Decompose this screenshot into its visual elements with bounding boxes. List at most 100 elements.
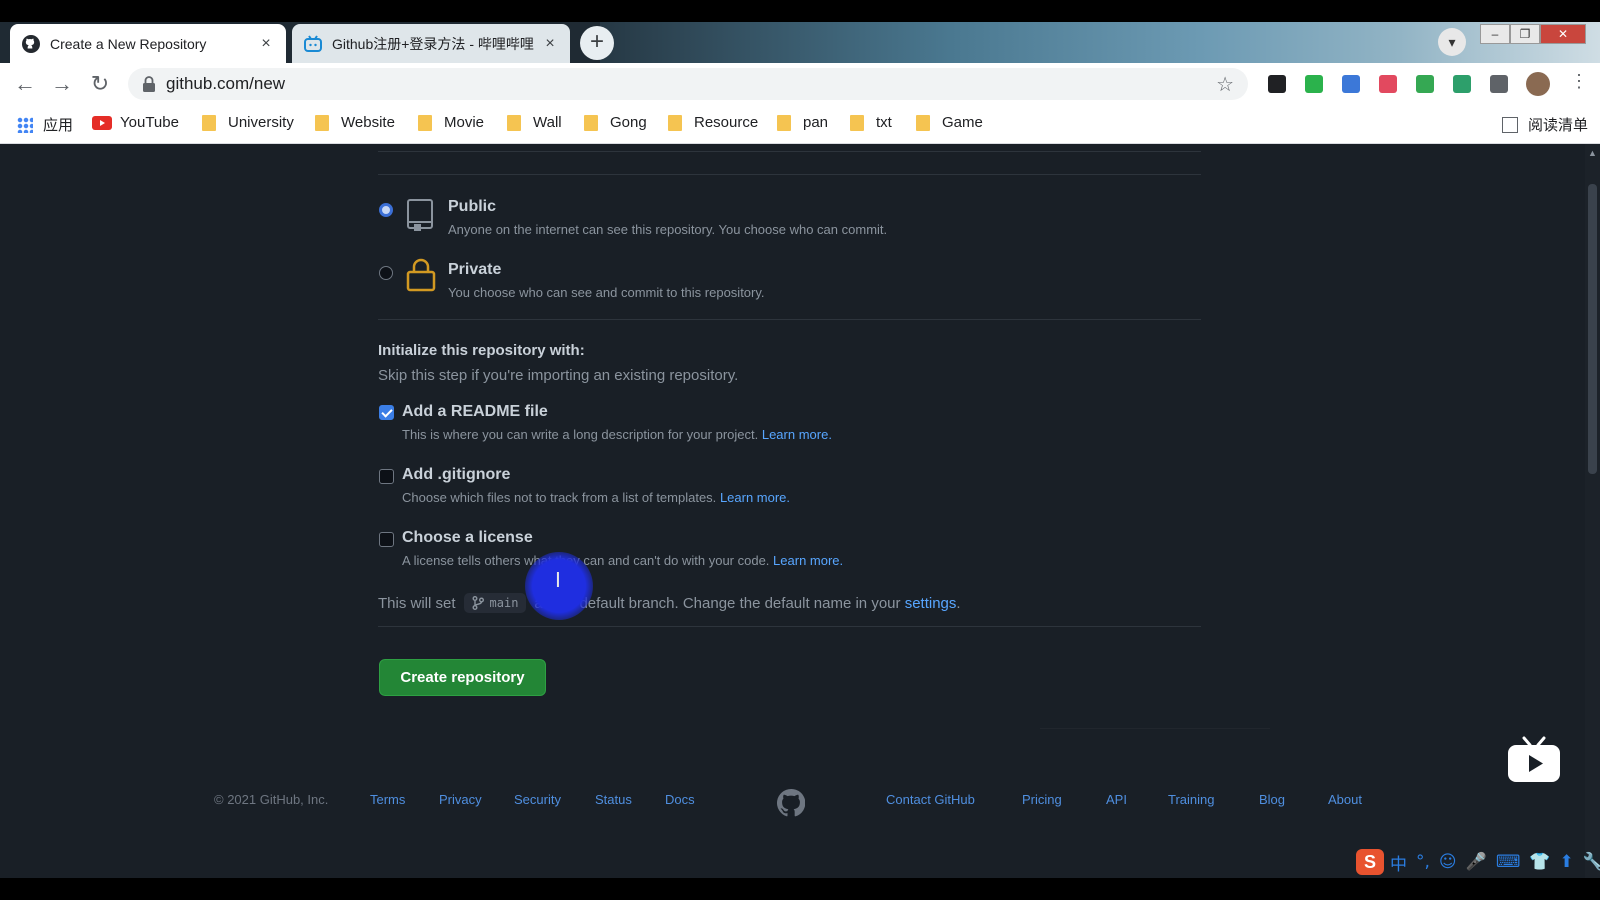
- branch-name: main: [489, 596, 519, 610]
- back-button[interactable]: ←: [13, 72, 37, 96]
- footer-link-about[interactable]: About: [1328, 792, 1362, 807]
- footer-link-training[interactable]: Training: [1168, 792, 1214, 807]
- folder-icon: [584, 114, 598, 131]
- private-title: Private: [448, 261, 502, 278]
- bookmark-pan[interactable]: pan: [777, 114, 828, 131]
- extensions-puzzle-icon[interactable]: [1490, 75, 1508, 93]
- tab-create-repository[interactable]: Create a New Repository ×: [10, 24, 286, 63]
- bookmark-label: 应用: [43, 117, 74, 134]
- readme-desc-text: This is where you can write a long descr…: [402, 427, 759, 442]
- footer-link-status[interactable]: Status: [595, 792, 632, 807]
- ime-tools-icon[interactable]: 🔧: [1583, 852, 1600, 872]
- apps-grid-icon: [17, 116, 33, 133]
- bookmark-label: Game: [942, 114, 983, 131]
- license-learn-more-link[interactable]: Learn more.: [773, 553, 843, 568]
- footer-copyright: © 2021 GitHub, Inc.: [214, 792, 329, 807]
- lock-icon: [406, 258, 436, 292]
- settings-link[interactable]: settings: [905, 595, 957, 612]
- bookmark-wall[interactable]: Wall: [507, 114, 562, 131]
- address-bar[interactable]: github.com/new ☆: [128, 68, 1248, 100]
- ime-toolbar: S 中 °, ☺ 🎤 ⌨ 👕 ⬆ 🔧: [1356, 848, 1600, 876]
- bookmark-university[interactable]: University: [202, 114, 294, 131]
- bookmark-txt[interactable]: txt: [850, 114, 892, 131]
- bookmark-movie[interactable]: Movie: [418, 114, 484, 131]
- tab-title: Create a New Repository: [50, 35, 207, 52]
- initialize-heading: Initialize this repository with:: [378, 342, 585, 359]
- reading-list[interactable]: 阅读清单: [1502, 114, 1588, 135]
- extension-chart-icon[interactable]: [1416, 75, 1434, 93]
- avatar[interactable]: [1526, 72, 1550, 96]
- footer-link-privacy[interactable]: Privacy: [439, 792, 482, 807]
- bookmark-label: University: [228, 114, 294, 131]
- scroll-up-icon[interactable]: ▲: [1588, 148, 1597, 158]
- create-repository-button[interactable]: Create repository: [379, 659, 546, 696]
- folder-icon: [916, 114, 930, 131]
- ime-upload-icon[interactable]: ⬆: [1560, 852, 1574, 872]
- repo-book-icon: [407, 199, 433, 231]
- bookmark-label: Movie: [444, 114, 485, 131]
- private-description: You choose who can see and commit to thi…: [448, 285, 765, 300]
- bookmark-label: txt: [876, 114, 892, 131]
- ime-voice-icon[interactable]: 🎤: [1466, 852, 1487, 872]
- tab-search-icon[interactable]: ▾: [1438, 28, 1466, 56]
- public-radio[interactable]: [379, 203, 393, 217]
- video-play-icon[interactable]: [1506, 736, 1562, 784]
- readme-learn-more-link[interactable]: Learn more.: [762, 427, 832, 442]
- footer-link-blog[interactable]: Blog: [1259, 792, 1285, 807]
- tab-close-icon[interactable]: ×: [542, 35, 558, 53]
- extension-video-icon[interactable]: [1379, 75, 1397, 93]
- footer-link-security[interactable]: Security: [514, 792, 561, 807]
- tab-close-icon[interactable]: ×: [258, 35, 274, 53]
- bookmark-resource[interactable]: Resource: [668, 114, 758, 131]
- private-radio[interactable]: [379, 266, 393, 280]
- maximize-button[interactable]: ❐: [1510, 24, 1540, 44]
- footer-link-docs[interactable]: Docs: [665, 792, 695, 807]
- gitignore-checkbox[interactable]: [379, 469, 394, 484]
- branch-chip: main: [463, 593, 527, 613]
- readme-checkbox[interactable]: [379, 405, 394, 420]
- extension-icon[interactable]: [1268, 75, 1286, 93]
- bookmark-gong[interactable]: Gong: [584, 114, 647, 131]
- tab-bilibili[interactable]: Github注册+登录方法 - 哔哩哔哩 ×: [292, 24, 570, 63]
- bookmark-game[interactable]: Game: [916, 114, 983, 131]
- divider: [378, 319, 1201, 320]
- ime-skin-icon[interactable]: 👕: [1529, 852, 1550, 872]
- bookmark-star-icon[interactable]: ☆: [1216, 72, 1234, 97]
- bookmark-label: Wall: [533, 114, 562, 131]
- footer-link-api[interactable]: API: [1106, 792, 1127, 807]
- extension-translate-icon[interactable]: [1342, 75, 1360, 93]
- new-tab-button[interactable]: +: [580, 26, 614, 60]
- bookmarks-bar: 应用 YouTube University Website Movie Wall…: [0, 105, 1600, 144]
- sogou-logo-icon[interactable]: S: [1356, 849, 1384, 875]
- bookmark-label: Gong: [610, 114, 647, 131]
- ime-emoji-icon[interactable]: ☺: [1439, 852, 1457, 872]
- license-description: A license tells others what they can and…: [402, 553, 843, 568]
- extension-shield-icon[interactable]: [1305, 75, 1323, 93]
- github-logo-icon[interactable]: [777, 789, 805, 817]
- gitignore-title: Add .gitignore: [402, 466, 511, 483]
- reload-button[interactable]: ↻: [88, 72, 112, 96]
- folder-icon: [668, 114, 682, 131]
- bookmark-youtube[interactable]: YouTube: [92, 114, 179, 131]
- bookmark-apps[interactable]: 应用: [17, 114, 73, 135]
- page-scrollbar[interactable]: ▲: [1585, 144, 1600, 878]
- divider: [378, 626, 1201, 627]
- scrollbar-thumb[interactable]: [1588, 184, 1597, 474]
- ime-chinese-mode[interactable]: 中: [1390, 850, 1407, 875]
- footer-link-pricing[interactable]: Pricing: [1022, 792, 1062, 807]
- gitignore-learn-more-link[interactable]: Learn more.: [720, 490, 790, 505]
- ime-punctuation-icon[interactable]: °,: [1416, 852, 1430, 872]
- bookmark-website[interactable]: Website: [315, 114, 395, 131]
- footer-link-contact[interactable]: Contact GitHub: [886, 792, 975, 807]
- youtube-icon: [92, 115, 112, 130]
- close-window-button[interactable]: ✕: [1540, 24, 1586, 44]
- ime-keyboard-icon[interactable]: ⌨: [1496, 852, 1521, 872]
- forward-button[interactable]: →: [50, 72, 74, 96]
- license-checkbox[interactable]: [379, 532, 394, 547]
- minimize-button[interactable]: –: [1480, 24, 1510, 44]
- menu-icon[interactable]: ⋮: [1570, 71, 1588, 92]
- extension-s-icon[interactable]: [1453, 75, 1471, 93]
- footer-link-terms[interactable]: Terms: [370, 792, 405, 807]
- bookmark-label: pan: [803, 114, 829, 131]
- tab-title: Github注册+登录方法 - 哔哩哔哩: [332, 35, 534, 52]
